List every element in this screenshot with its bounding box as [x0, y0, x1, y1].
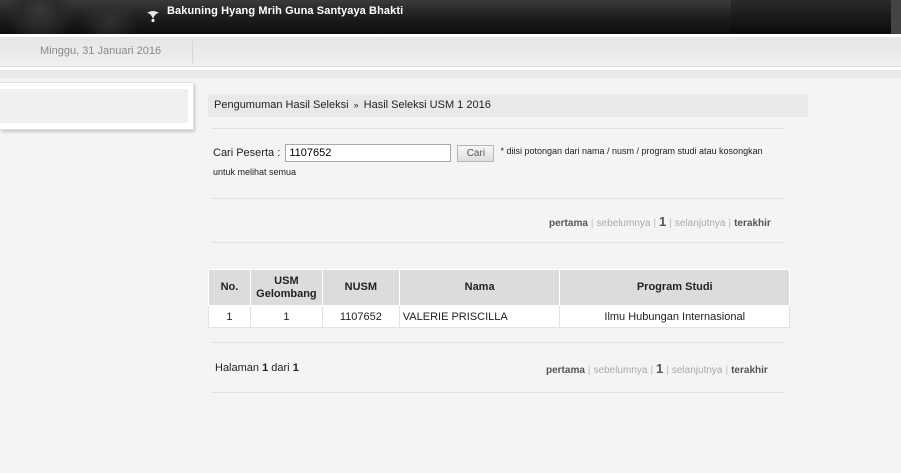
pagination-current-page: 1: [656, 361, 664, 376]
pagination-first-link[interactable]: pertama: [546, 365, 585, 376]
cell-gelombang: 1: [249, 305, 323, 328]
current-date: Minggu, 31 Januari 2016: [40, 45, 162, 57]
header-decoration: [0, 0, 160, 34]
cell-program-studi: Ilmu Hubungan Internasional: [559, 305, 790, 328]
search-form: Cari Peserta : Cari * diisi potongan dar…: [213, 144, 783, 180]
page-info-middle: dari: [271, 362, 290, 374]
breadcrumb-item-current: Hasil Seleksi USM 1 2016: [363, 99, 491, 111]
breadcrumb: Pengumuman Hasil Seleksi » Hasil Seleksi…: [208, 94, 808, 117]
breadcrumb-separator-icon: »: [353, 100, 359, 110]
column-header-nama: Nama: [398, 269, 561, 306]
pagination-separator: |: [728, 218, 732, 229]
pagination-next-link: selanjutnya: [674, 218, 726, 229]
pagination-separator: |: [587, 365, 591, 376]
divider: [212, 198, 784, 199]
table-row: 1 1 1107652 VALERIE PRISCILLA Ilmu Hubun…: [208, 305, 790, 328]
header-right-decoration: [731, 0, 901, 34]
site-motto: Bakuning Hyang Mrih Guna Santyaya Bhakti: [167, 5, 404, 17]
results-table: No. USM Gelombang NUSM Nama Program Studi…: [208, 269, 790, 328]
pagination-current-page: 1: [659, 214, 667, 229]
table-header-row: No. USM Gelombang NUSM Nama Program Studi: [208, 269, 790, 306]
pagination-top: pertama | sebelumnya | 1 | selanjutnya | terakhi…: [549, 214, 771, 229]
breadcrumb-item-announcement[interactable]: Pengumuman Hasil Seleksi: [214, 99, 349, 111]
page-info-prefix: Halaman: [215, 362, 260, 374]
pagination-separator: |: [653, 218, 657, 229]
page-info: Halaman 1 dari 1: [215, 362, 299, 374]
site-header-banner: Bakuning Hyang Mrih Guna Santyaya Bhakti: [0, 0, 901, 34]
search-note: * diisi potongan dari nama / nusm / prog…: [500, 146, 763, 156]
pagination-separator: |: [666, 365, 669, 376]
page-info-total: 1: [292, 362, 299, 374]
search-input[interactable]: [285, 144, 452, 162]
sidebar-panel: [0, 82, 194, 130]
column-header-usm-gelombang: USM Gelombang: [249, 269, 323, 306]
pagination-next-link: selanjutnya: [671, 365, 723, 376]
divider: [212, 242, 784, 243]
date-divider: [192, 41, 193, 63]
pagination-prev-link: sebelumnya: [596, 218, 651, 229]
pagination-bottom: pertama | sebelumnya | 1 | selanjutnya | terakhi…: [546, 361, 768, 376]
pagination-prev-link: sebelumnya: [593, 365, 648, 376]
cell-nusm: 1107652: [321, 305, 400, 328]
column-header-nusm: NUSM: [321, 269, 400, 306]
pagination-first-link[interactable]: pertama: [549, 218, 588, 229]
search-button[interactable]: Cari: [457, 145, 495, 162]
nav-bar: [0, 70, 901, 78]
column-header-program-studi: Program Studi: [559, 269, 790, 306]
sidebar-panel-inner: [0, 89, 188, 123]
divider: [212, 342, 784, 343]
cell-nama: VALERIE PRISCILLA: [398, 305, 561, 328]
page-info-current: 1: [262, 362, 269, 374]
column-header-no: No.: [208, 269, 251, 306]
divider: [212, 128, 784, 129]
search-label: Cari Peserta :: [213, 147, 281, 159]
column-header-usm: USM: [274, 274, 299, 287]
pagination-separator: |: [725, 365, 729, 376]
divider: [212, 392, 784, 393]
cell-no: 1: [208, 305, 251, 328]
logo-icon: [147, 11, 159, 23]
pagination-separator: |: [650, 365, 654, 376]
search-note-line2: untuk melihat semua: [213, 167, 297, 177]
column-header-gelombang: Gelombang: [256, 287, 317, 300]
pagination-separator: |: [669, 218, 672, 229]
pagination-last-link[interactable]: terakhir: [734, 218, 771, 229]
date-bar: Minggu, 31 Januari 2016: [0, 37, 901, 67]
pagination-separator: |: [590, 218, 594, 229]
pagination-last-link[interactable]: terakhir: [731, 365, 768, 376]
